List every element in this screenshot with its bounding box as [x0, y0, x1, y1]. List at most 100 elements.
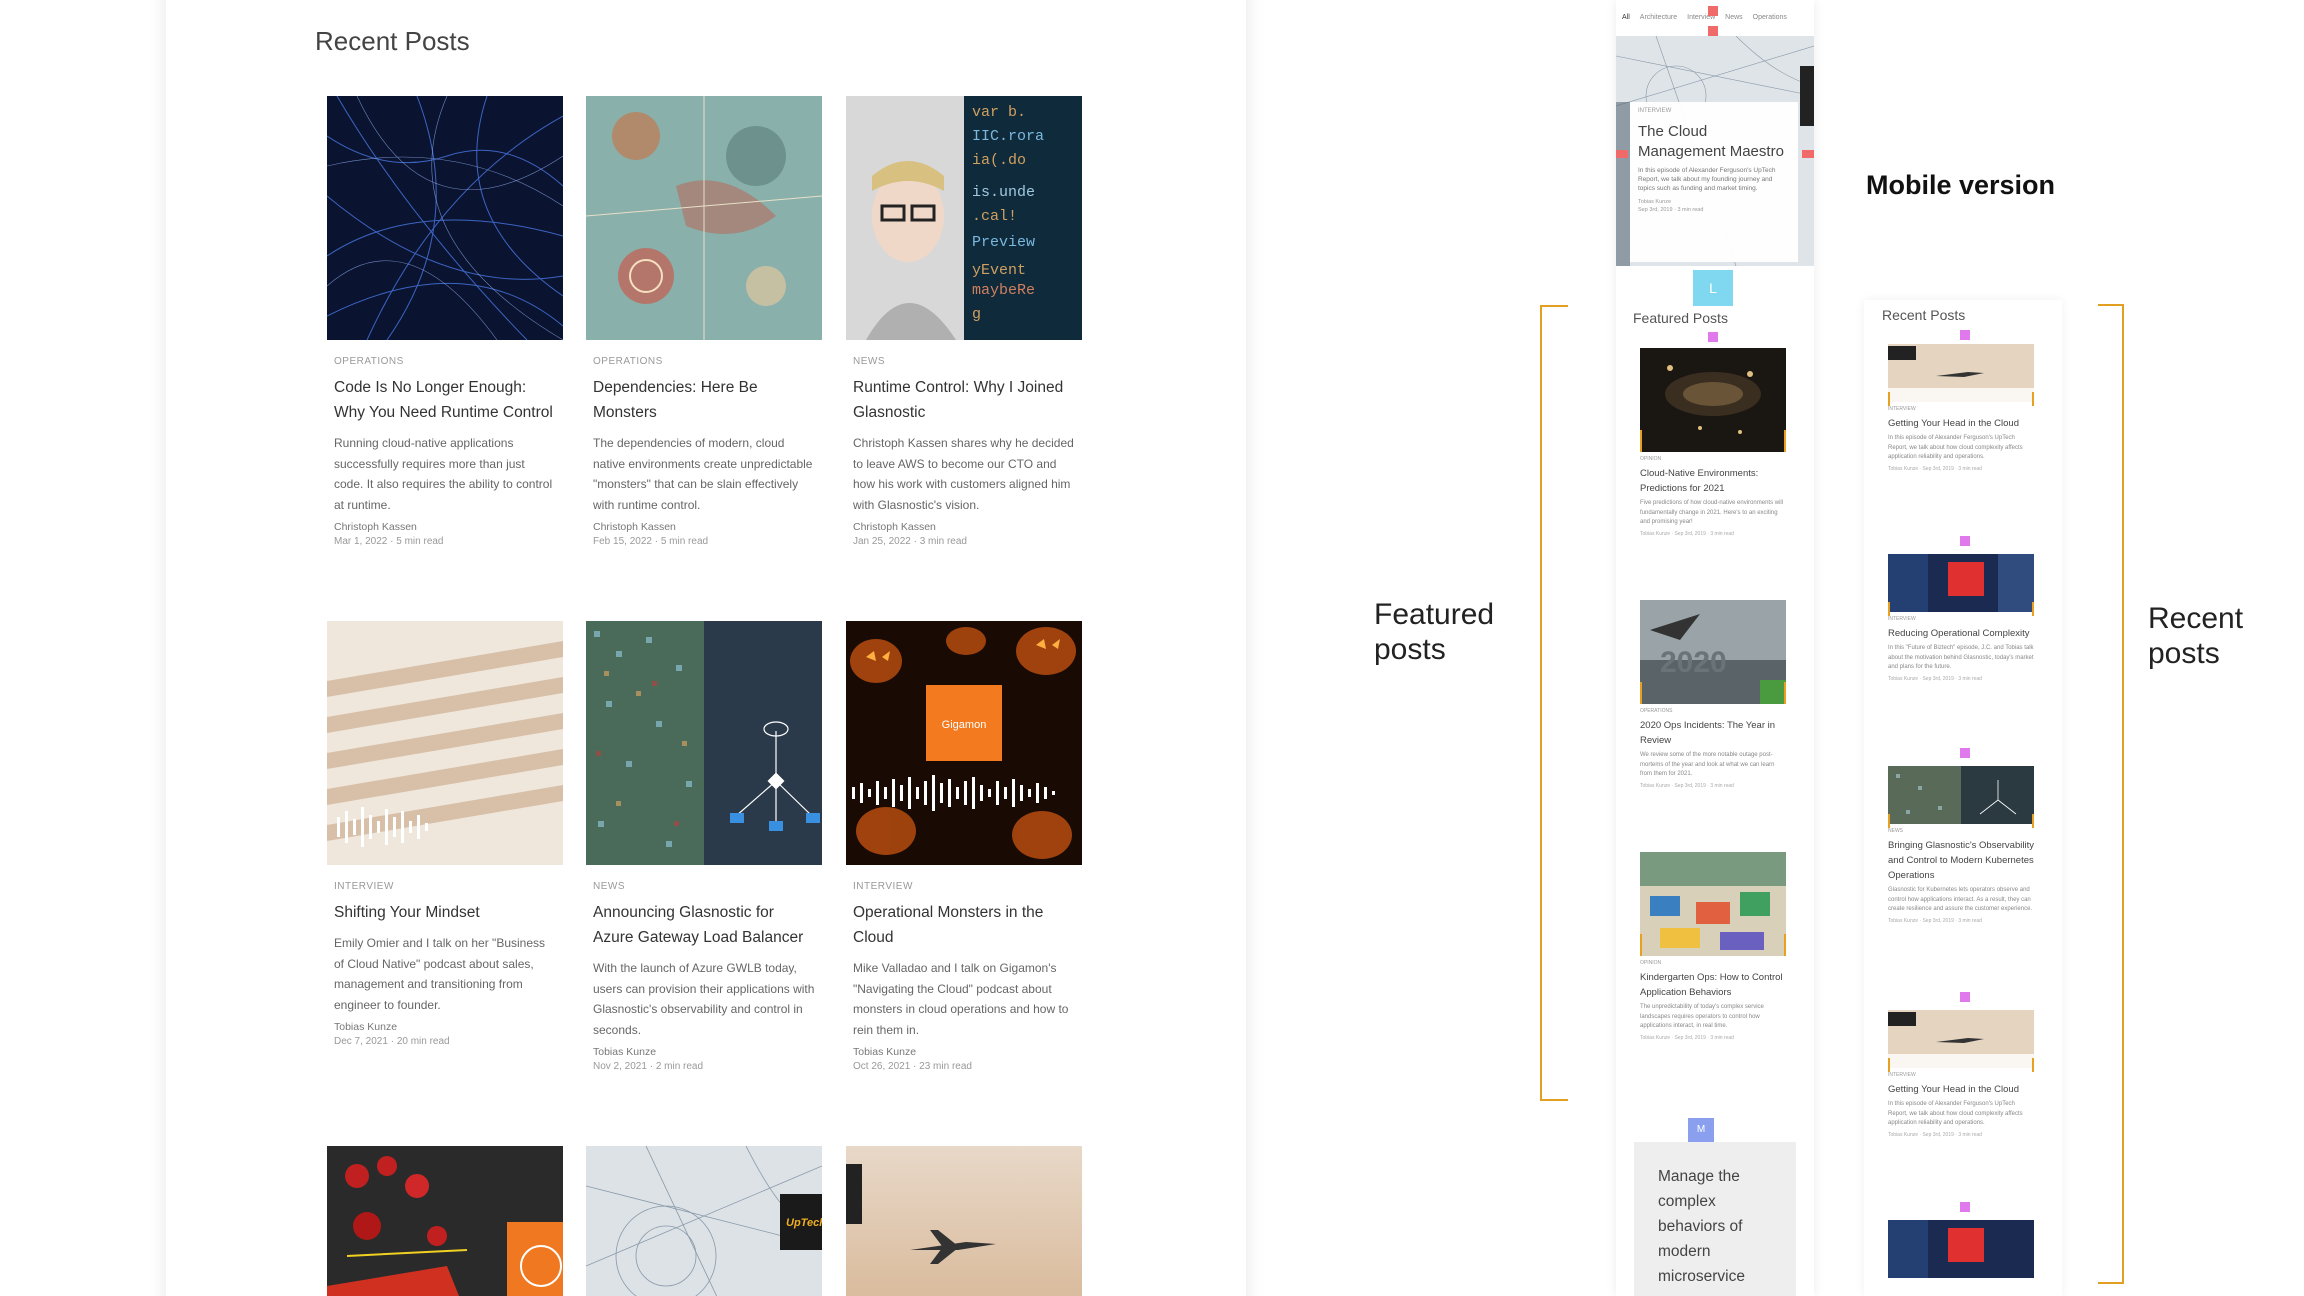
featured-title[interactable]: Kindergarten Ops: How to Control Applica… [1640, 970, 1786, 1000]
annotation-marker [1784, 682, 1786, 704]
post-thumbnail[interactable]: UpTech [586, 1146, 822, 1296]
hero-excerpt: In this episode of Alexander Ferguson's … [1638, 167, 1776, 192]
featured-category: OPERATIONS [1640, 708, 1673, 714]
post-card[interactable]: OPERATIONS Dependencies: Here Be Monster… [586, 96, 822, 547]
hero-author: Tobias Kunze [1638, 199, 1672, 205]
featured-posts-heading: Featured Posts [1633, 310, 1728, 326]
mobile-recent-posts: Recent Posts INTERVIEW Getting Your Head… [1864, 300, 2062, 1296]
annotation-marker [1960, 330, 1970, 340]
post-thumbnail[interactable] [586, 96, 822, 340]
hero-date: Sep 3rd, 2019 · 3 min read [1638, 207, 1704, 213]
annotation-marker [1888, 392, 1890, 406]
post-card[interactable]: INTERVIEW Shifting Your Mindset Emily Om… [327, 621, 563, 1047]
post-card[interactable]: OPERATIONS Code Is No Longer Enough: Why… [327, 96, 563, 547]
recent-thumbnail[interactable] [1888, 1220, 2034, 1278]
post-thumbnail[interactable] [327, 621, 563, 865]
featured-excerpt: The unpredictability of today's complex … [1640, 1004, 1764, 1029]
featured-post[interactable]: 2020 OPERATIONS 2020 Ops Incidents: The … [1640, 600, 1786, 789]
annotation-marker [1640, 682, 1642, 704]
post-title[interactable]: Shifting Your Mindset [334, 900, 556, 925]
post-author[interactable]: Tobias Kunze [334, 1021, 556, 1033]
post-thumbnail[interactable] [327, 1146, 563, 1296]
post-title[interactable]: Operational Monsters in the Cloud [853, 900, 1075, 950]
post-category: OPERATIONS [334, 356, 404, 367]
featured-post[interactable]: OPINION Cloud-Native Environments: Predi… [1640, 348, 1786, 537]
annotation-marker [1784, 430, 1786, 452]
featured-category: OPINION [1640, 960, 1662, 966]
recent-meta: Tobias Kunze · Sep 3rd, 2019 · 3 min rea… [1888, 465, 1982, 472]
annotation-marker [2032, 392, 2034, 406]
recent-title[interactable]: Getting Your Head in the Cloud [1888, 1082, 2034, 1097]
featured-title[interactable]: Cloud-Native Environments: Predictions f… [1640, 466, 1786, 496]
annotation-marker [1640, 934, 1642, 956]
cta-box[interactable]: Manage the complex behaviors of modern m… [1634, 1142, 1796, 1296]
recent-post[interactable] [1888, 1220, 2034, 1278]
recent-post[interactable]: INTERVIEW Getting Your Head in the Cloud… [1888, 344, 2034, 472]
post-card[interactable] [327, 1146, 563, 1296]
post-card[interactable]: NEWS Announcing Glasnostic for Azure Gat… [586, 621, 822, 1072]
featured-excerpt: We review some of the more notable outag… [1640, 752, 1775, 777]
post-thumbnail[interactable]: var b. IIC.rora ia(.do is.unde .cal! Pre… [846, 96, 1082, 340]
recent-title[interactable]: Getting Your Head in the Cloud [1888, 416, 2034, 431]
post-author[interactable]: Christoph Kassen [334, 521, 556, 533]
post-thumbnail[interactable] [846, 1146, 1082, 1296]
post-date: Dec 7, 2021 · 20 min read [334, 1036, 450, 1047]
featured-meta: Tobias Kunze · Sep 3rd, 2019 · 3 min rea… [1640, 782, 1734, 789]
recent-post[interactable]: INTERVIEW Getting Your Head in the Cloud… [1888, 1010, 2034, 1138]
post-card[interactable]: var b. IIC.rora ia(.do is.unde .cal! Pre… [846, 96, 1082, 547]
recent-post[interactable]: NEWS Bringing Glasnostic's Observability… [1888, 766, 2034, 924]
post-excerpt: Mike Valladao and I talk on Gigamon's "N… [853, 961, 1069, 1037]
featured-thumbnail[interactable] [1640, 348, 1786, 452]
annotation-marker-m: M [1688, 1118, 1714, 1142]
post-thumbnail[interactable] [327, 96, 563, 340]
post-title[interactable]: Code Is No Longer Enough: Why You Need R… [334, 375, 556, 425]
recent-thumbnail[interactable] [1888, 766, 2034, 824]
post-card[interactable]: Gigamon INTERVIEW Operational Monsters i… [846, 621, 1082, 1072]
post-author[interactable]: Christoph Kassen [593, 521, 815, 533]
featured-excerpt: Five predictions of how cloud-native env… [1640, 500, 1784, 525]
tab-news[interactable]: News [1725, 14, 1743, 21]
tab-all[interactable]: All [1622, 14, 1630, 21]
mobile-hero[interactable]: INTERVIEW The Cloud Management Maestro I… [1616, 36, 1814, 266]
tab-operations[interactable]: Operations [1753, 14, 1787, 21]
annotation-marker [2032, 814, 2034, 828]
post-thumbnail[interactable]: Gigamon [846, 621, 1082, 865]
featured-thumbnail[interactable]: 2020 [1640, 600, 1786, 704]
featured-post[interactable]: OPINION Kindergarten Ops: How to Control… [1640, 852, 1786, 1041]
hero-card[interactable]: INTERVIEW The Cloud Management Maestro I… [1630, 102, 1798, 262]
annotation-marker [1708, 332, 1718, 342]
post-title[interactable]: Runtime Control: Why I Joined Glasnostic [853, 375, 1075, 425]
post-card[interactable] [846, 1146, 1082, 1296]
featured-title[interactable]: 2020 Ops Incidents: The Year in Review [1640, 718, 1786, 748]
tab-architecture[interactable]: Architecture [1640, 14, 1677, 21]
recent-thumbnail[interactable] [1888, 344, 2034, 402]
annotation-marker [1708, 26, 1718, 36]
svg-text:Preview: Preview [972, 234, 1035, 251]
post-card[interactable]: UpTech [586, 1146, 822, 1296]
post-title[interactable]: Dependencies: Here Be Monsters [593, 375, 815, 425]
recent-title[interactable]: Bringing Glasnostic's Observability and … [1888, 838, 2034, 883]
recent-thumbnail[interactable] [1888, 554, 2034, 612]
featured-thumbnail[interactable] [1640, 852, 1786, 956]
recent-meta: Tobias Kunze · Sep 3rd, 2019 · 3 min rea… [1888, 675, 1982, 682]
post-category: OPERATIONS [593, 356, 663, 367]
recent-title[interactable]: Reducing Operational Complexity [1888, 626, 2034, 641]
recent-thumbnail[interactable] [1888, 1010, 2034, 1068]
recent-meta: Tobias Kunze · Sep 3rd, 2019 · 3 min rea… [1888, 917, 1982, 924]
recent-excerpt: In this "Future of Biztech" episode, J.C… [1888, 645, 2034, 670]
post-author[interactable]: Christoph Kassen [853, 521, 1075, 533]
post-thumbnail[interactable] [586, 621, 822, 865]
hero-title[interactable]: The Cloud Management Maestro [1638, 122, 1790, 162]
recent-excerpt: In this episode of Alexander Ferguson's … [1888, 1101, 2023, 1126]
recent-posts-heading: Recent Posts [1882, 307, 1966, 323]
post-title[interactable]: Announcing Glasnostic for Azure Gateway … [593, 900, 815, 950]
post-author[interactable]: Tobias Kunze [593, 1046, 815, 1058]
annotation-marker [2032, 602, 2034, 616]
post-author[interactable]: Tobias Kunze [853, 1046, 1075, 1058]
featured-bracket [1540, 305, 1568, 1101]
recent-post[interactable]: INTERVIEW Reducing Operational Complexit… [1888, 554, 2034, 682]
annotation-marker [1784, 934, 1786, 956]
featured-category: OPINION [1640, 456, 1662, 462]
recent-category: INTERVIEW [1888, 406, 1916, 412]
section-title: Recent Posts [315, 26, 470, 56]
